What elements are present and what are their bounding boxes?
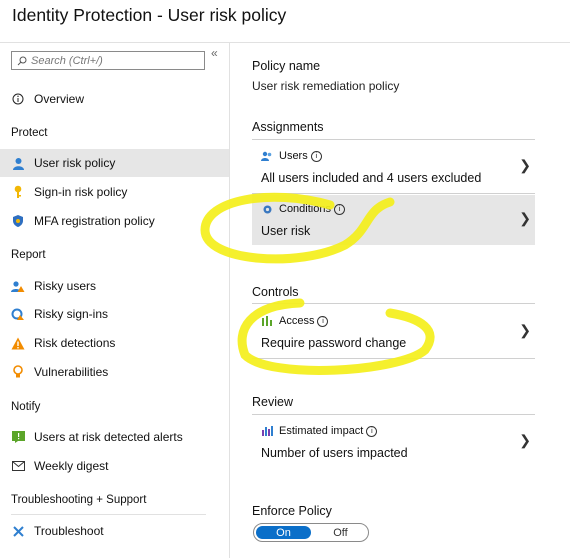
sidebar-item-label: Risky users	[34, 279, 97, 293]
review-heading: Review	[252, 395, 293, 409]
users-icon	[261, 150, 273, 162]
sidebar-item-label: MFA registration policy	[34, 214, 155, 228]
review-divider	[252, 414, 535, 415]
sidebar-item-weekly-digest[interactable]: Weekly digest	[0, 452, 229, 480]
section-divider	[11, 514, 206, 515]
lightbulb-icon	[11, 365, 25, 379]
sidebar-item-label: Overview	[34, 92, 85, 106]
sidebar-item-label: Vulnerabilities	[34, 365, 109, 379]
sidebar-item-label: Weekly digest	[34, 459, 109, 473]
section-protect: Protect	[11, 127, 48, 139]
search-icon	[17, 56, 27, 65]
info-icon	[11, 92, 25, 106]
alert-icon	[11, 430, 25, 444]
section-troubleshooting: Troubleshooting + Support	[11, 494, 147, 506]
bar-chart-icon	[261, 425, 273, 437]
chevron-right-icon: ❯	[519, 322, 531, 338]
sidebar-item-user-risk-policy[interactable]: User risk policy	[0, 149, 229, 177]
info-icon: i	[310, 150, 322, 162]
users-title: Users	[279, 150, 308, 162]
sidebar-item-vulnerabilities[interactable]: Vulnerabilities	[0, 358, 229, 386]
pane-divider	[229, 43, 230, 558]
chevron-right-icon: ❯	[519, 432, 531, 448]
sidebar-item-label: Troubleshoot	[34, 524, 104, 538]
toggle-on-option[interactable]: On	[256, 526, 311, 539]
shield-icon	[11, 214, 25, 228]
controls-heading: Controls	[252, 285, 299, 299]
sidebar-item-overview[interactable]: Overview	[0, 85, 229, 113]
search-box[interactable]	[11, 51, 205, 70]
users-row[interactable]: Users i All users included and 4 users e…	[252, 142, 535, 192]
risky-signin-icon	[11, 307, 25, 321]
row-divider	[252, 358, 535, 359]
wrench-icon	[11, 524, 25, 538]
sidebar-item-risk-detections[interactable]: Risk detections	[0, 329, 229, 357]
toggle-off-option[interactable]: Off	[313, 524, 368, 541]
info-icon: i	[333, 203, 345, 215]
enforce-policy-label: Enforce Policy	[252, 504, 332, 518]
warning-icon	[11, 336, 25, 350]
access-icon	[261, 315, 273, 327]
info-icon: i	[366, 425, 378, 437]
collapse-sidebar-button[interactable]: «	[211, 46, 218, 60]
risky-user-icon	[11, 279, 25, 293]
access-title: Access	[279, 315, 315, 327]
controls-divider	[252, 303, 535, 304]
estimated-impact-row[interactable]: Estimated impact i Number of users impac…	[252, 417, 535, 467]
sidebar-item-users-at-risk-alerts[interactable]: Users at risk detected alerts	[0, 423, 229, 451]
search-input[interactable]	[31, 54, 191, 67]
user-icon	[11, 156, 25, 170]
chevron-right-icon: ❯	[519, 157, 531, 173]
chevron-right-icon: ❯	[519, 210, 531, 226]
row-divider	[252, 193, 535, 194]
impact-title: Estimated impact	[279, 425, 364, 437]
policy-name-value: User risk remediation policy	[252, 79, 400, 93]
sidebar-item-troubleshoot[interactable]: Troubleshoot	[0, 517, 229, 545]
access-value: Require password change	[261, 336, 407, 350]
sidebar-item-risky-users[interactable]: Risky users	[0, 272, 229, 300]
info-icon: i	[317, 315, 329, 327]
conditions-value: User risk	[261, 224, 311, 238]
sidebar-item-mfa-registration-policy[interactable]: MFA registration policy	[0, 207, 229, 235]
header-divider	[0, 42, 570, 43]
sidebar-item-label: Users at risk detected alerts	[34, 430, 183, 444]
mail-icon	[11, 459, 25, 473]
sidebar-item-label: Sign-in risk policy	[34, 185, 128, 199]
access-row[interactable]: Access i Require password change ❯	[252, 307, 535, 357]
impact-value: Number of users impacted	[261, 446, 408, 460]
sidebar-item-label: Risky sign-ins	[34, 307, 109, 321]
conditions-row[interactable]: Conditions i User risk ❯	[252, 195, 535, 245]
gear-icon	[261, 203, 273, 215]
enforce-policy-toggle[interactable]: On Off	[253, 523, 369, 542]
sidebar-item-risky-sign-ins[interactable]: Risky sign-ins	[0, 300, 229, 328]
assignments-heading: Assignments	[252, 120, 324, 134]
conditions-title: Conditions	[279, 203, 331, 215]
page-title: Identity Protection - User risk policy	[12, 5, 287, 25]
sidebar-item-label: User risk policy	[34, 156, 116, 170]
section-report: Report	[11, 249, 46, 261]
sidebar-item-sign-in-risk-policy[interactable]: Sign-in risk policy	[0, 178, 229, 206]
section-notify: Notify	[11, 401, 41, 413]
assignments-divider	[252, 139, 535, 140]
policy-name-label: Policy name	[252, 59, 321, 73]
key-icon	[11, 185, 25, 199]
users-value: All users included and 4 users excluded	[261, 171, 482, 185]
sidebar-item-label: Risk detections	[34, 336, 116, 350]
